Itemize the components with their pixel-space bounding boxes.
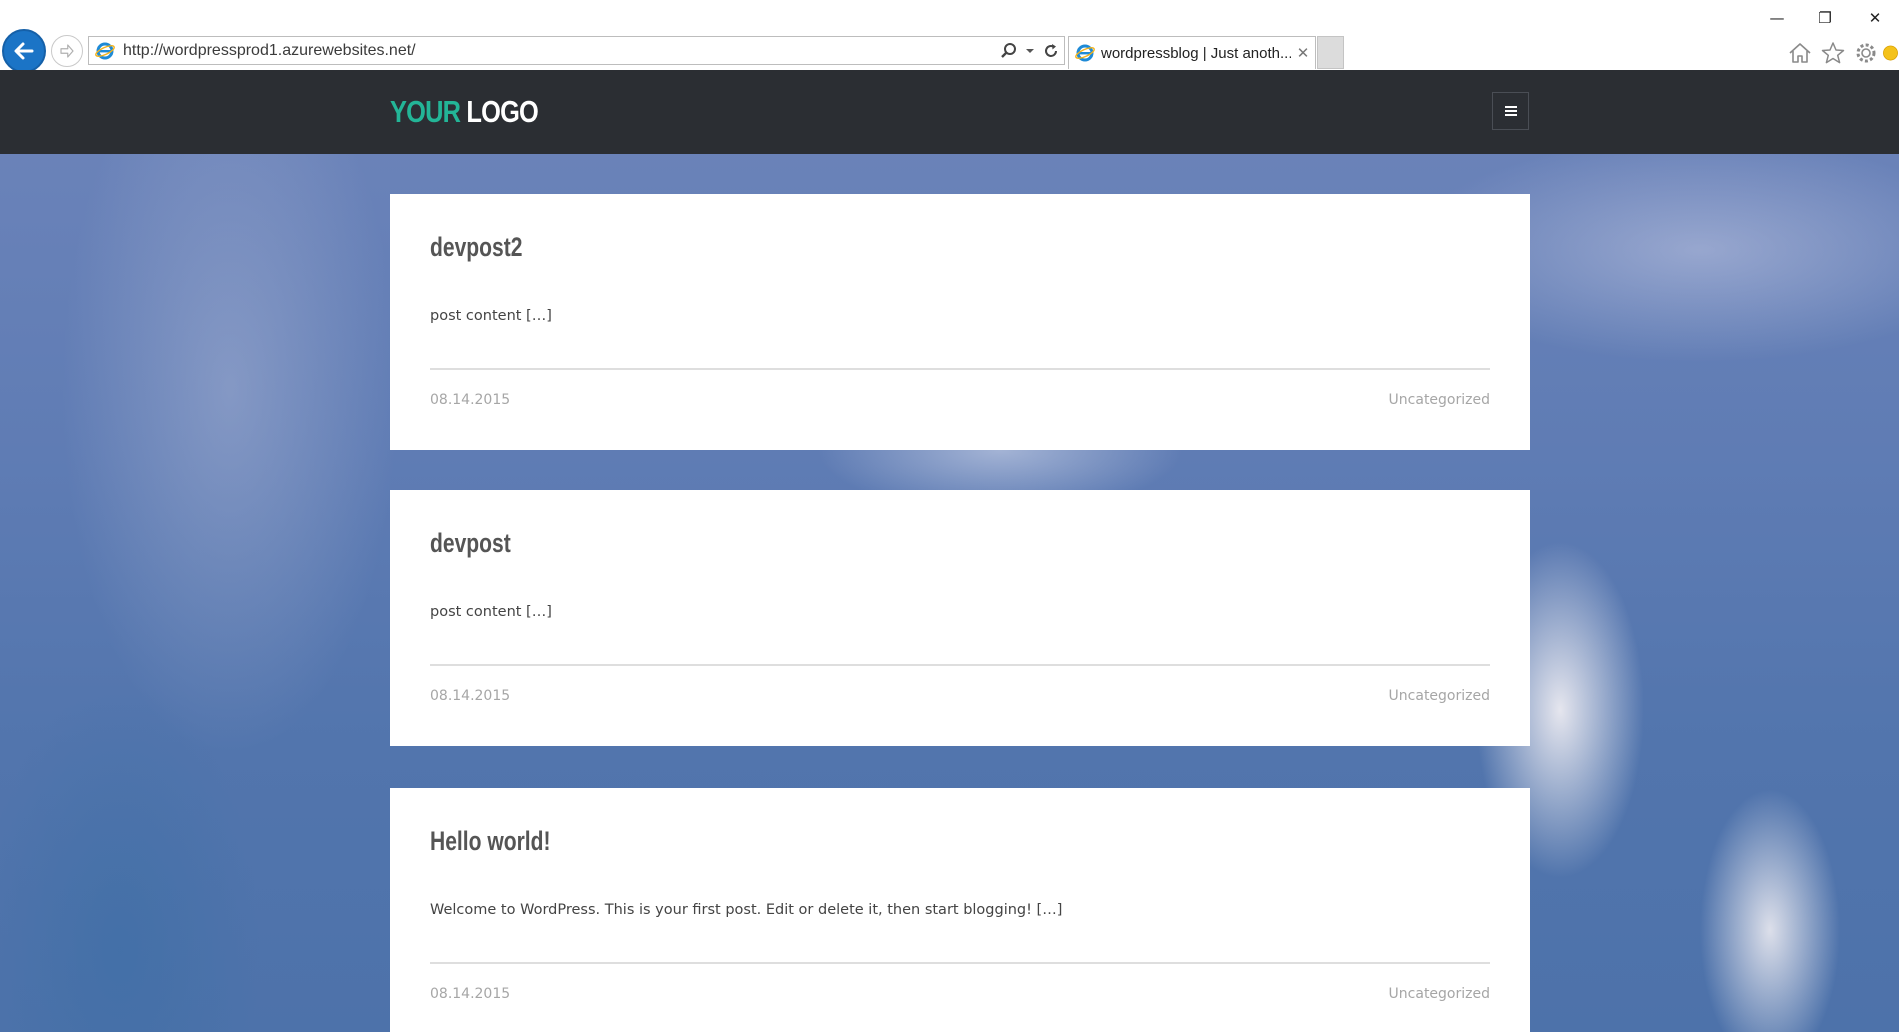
address-bar[interactable]: http://wordpressprod1.azurewebsites.net/	[88, 36, 1065, 65]
logo-logo: LOGO	[466, 94, 538, 129]
back-button[interactable]	[2, 29, 46, 73]
forward-icon	[60, 44, 74, 58]
post-excerpt: post content […]	[430, 604, 552, 620]
settings-gear-icon	[1856, 43, 1876, 63]
post-card: devpost2 post content […] 08.14.2015 Unc…	[390, 194, 1530, 450]
new-tab-button[interactable]	[1317, 36, 1344, 69]
favorites-star-icon	[1821, 42, 1845, 64]
search-button[interactable]	[996, 38, 1022, 64]
browser-chrome: — ❐ ✕ http://wordpressprod1.azurewebsite…	[0, 0, 1899, 73]
url-text[interactable]: http://wordpressprod1.azurewebsites.net/	[123, 42, 996, 60]
post-category-link[interactable]: Uncategorized	[1389, 392, 1490, 408]
site-header: YOUR LOGO	[0, 70, 1899, 154]
minimize-button[interactable]: —	[1759, 4, 1795, 32]
post-title-link[interactable]: Hello world!	[430, 826, 551, 857]
ie-icon	[95, 42, 115, 59]
favorites-button[interactable]	[1818, 38, 1848, 68]
tab-title: wordpressblog | Just anoth...	[1101, 44, 1291, 62]
home-icon	[1789, 43, 1811, 63]
menu-toggle-button[interactable]	[1492, 92, 1529, 130]
hamburger-menu-icon	[1504, 106, 1517, 116]
back-icon	[14, 42, 34, 60]
site-logo[interactable]: YOUR LOGO	[390, 94, 539, 130]
search-icon	[1001, 42, 1016, 58]
logo-your: YOUR	[390, 94, 461, 129]
post-divider	[430, 664, 1490, 666]
post-divider	[430, 962, 1490, 964]
post-card: Hello world! Welcome to WordPress. This …	[390, 788, 1530, 1032]
chevron-down-icon	[1026, 48, 1034, 53]
post-title-link[interactable]: devpost	[430, 528, 511, 559]
post-title-link[interactable]: devpost2	[430, 232, 522, 263]
home-button[interactable]	[1785, 38, 1815, 68]
tab-wordpressblog[interactable]: wordpressblog | Just anoth... ✕	[1068, 36, 1316, 69]
tab-close-button[interactable]: ✕	[1291, 44, 1315, 62]
post-date-link[interactable]: 08.14.2015	[430, 986, 510, 1002]
forward-button[interactable]	[51, 35, 83, 67]
refresh-button[interactable]	[1038, 38, 1064, 64]
post-category-link[interactable]: Uncategorized	[1389, 688, 1490, 704]
refresh-icon	[1045, 43, 1057, 57]
close-window-button[interactable]: ✕	[1857, 4, 1893, 32]
maximize-button[interactable]: ❐	[1807, 4, 1843, 32]
post-excerpt: Welcome to WordPress. This is your first…	[430, 902, 1063, 918]
feedback-smiley-icon	[1883, 45, 1898, 61]
post-category-link[interactable]: Uncategorized	[1389, 986, 1490, 1002]
settings-button[interactable]	[1851, 38, 1881, 68]
ie-icon	[1075, 44, 1095, 62]
feedback-button[interactable]	[1882, 38, 1899, 68]
post-card: devpost post content […] 08.14.2015 Unca…	[390, 490, 1530, 746]
search-dropdown-button[interactable]	[1022, 38, 1038, 64]
post-date-link[interactable]: 08.14.2015	[430, 392, 510, 408]
post-excerpt: post content […]	[430, 308, 552, 324]
post-date-link[interactable]: 08.14.2015	[430, 688, 510, 704]
page-viewport: YOUR LOGO devpost2 post content […] 08.1…	[0, 70, 1899, 1032]
post-divider	[430, 368, 1490, 370]
